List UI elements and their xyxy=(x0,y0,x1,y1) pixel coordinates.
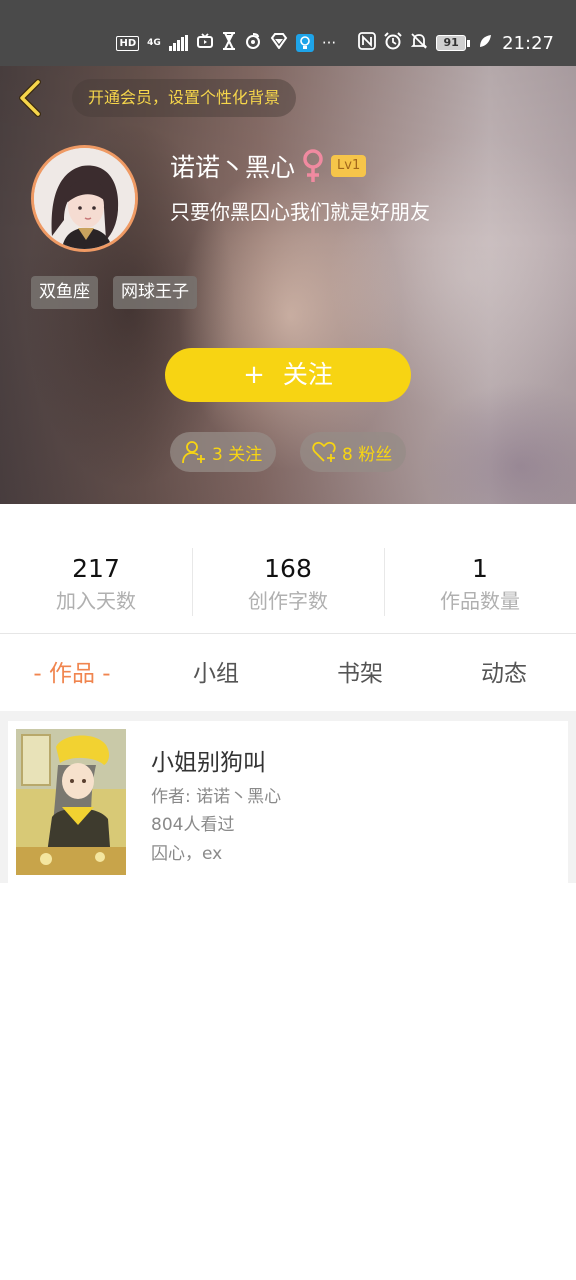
fans-count: 8 粉丝 xyxy=(342,444,393,465)
plus-icon: + xyxy=(243,360,265,390)
add-user-icon xyxy=(182,441,205,464)
stat-join-days: 217 加入天数 xyxy=(0,540,192,620)
divider xyxy=(0,633,576,634)
status-bar: HD 4G ··· 91 21:27 xyxy=(0,0,576,66)
tab-works[interactable]: - 作品 - xyxy=(0,650,144,698)
nfc-icon xyxy=(358,32,377,54)
book-cover-image xyxy=(16,729,126,875)
stat-value: 217 xyxy=(72,554,120,583)
stat-value: 168 xyxy=(264,554,312,583)
user-name: 诺诺丶黑心 xyxy=(170,153,296,182)
network-type-label: 4G xyxy=(147,37,161,48)
tab-bookshelf[interactable]: 书架 xyxy=(288,650,432,698)
follow-button[interactable]: + 关注 xyxy=(165,348,411,402)
battery-icon: 91 xyxy=(436,35,471,51)
stat-value: 1 xyxy=(472,554,488,583)
following-button[interactable]: 3 关注 xyxy=(170,432,276,472)
netease-icon xyxy=(244,32,262,54)
avatar[interactable] xyxy=(31,145,138,252)
heart-icon xyxy=(312,441,336,462)
work-card[interactable]: 小姐别狗叫 作者: 诺诺丶黑心 804人看过 囚心，ex xyxy=(8,721,568,883)
book-tags: 囚心，ex xyxy=(151,844,223,864)
name-row: 诺诺丶黑心 Lv1 xyxy=(170,146,367,186)
following-count: 3 关注 xyxy=(212,444,263,465)
diamond-icon xyxy=(270,33,288,53)
follow-label: 关注 xyxy=(282,360,333,389)
hourglass-icon xyxy=(222,32,236,54)
clock: 21:27 xyxy=(502,32,554,54)
mute-icon xyxy=(410,32,428,54)
tab-activity[interactable]: 动态 xyxy=(432,650,576,698)
back-arrow-icon xyxy=(19,79,41,117)
stats-row: 217 加入天数 168 创作字数 1 作品数量 xyxy=(0,540,576,620)
book-author: 作者: 诺诺丶黑心 xyxy=(151,787,282,807)
profile-header: 开通会员，设置个性化背景 诺诺丶黑心 Lv1 只要你黑囚心我们就是好朋友 双鱼座… xyxy=(0,66,576,504)
works-list: 小姐别狗叫 作者: 诺诺丶黑心 804人看过 囚心，ex xyxy=(0,721,576,883)
tab-bar: - 作品 - 小组 书架 动态 xyxy=(0,650,576,698)
stat-label: 加入天数 xyxy=(56,589,136,613)
back-button[interactable] xyxy=(12,78,52,118)
stat-word-count: 168 创作字数 xyxy=(192,540,384,620)
vip-background-button[interactable]: 开通会员，设置个性化背景 xyxy=(72,79,297,117)
profile-tag: 网球王子 xyxy=(113,276,197,309)
tv-icon xyxy=(196,32,214,54)
bulb-app-icon xyxy=(295,34,314,52)
user-bio: 只要你黑囚心我们就是好朋友 xyxy=(170,200,430,224)
tab-groups[interactable]: 小组 xyxy=(144,650,288,698)
fans-button[interactable]: 8 粉丝 xyxy=(300,432,406,472)
profile-tag: 双鱼座 xyxy=(31,276,98,309)
level-badge: Lv1 xyxy=(331,155,367,177)
battery-level: 91 xyxy=(436,35,467,51)
stat-works-count: 1 作品数量 xyxy=(384,540,576,620)
hd-icon: HD xyxy=(116,35,140,51)
stat-label: 创作字数 xyxy=(248,589,328,613)
book-cover xyxy=(16,729,126,875)
signal-icon xyxy=(168,35,188,51)
female-icon xyxy=(303,149,323,182)
book-views: 804人看过 xyxy=(151,815,235,835)
profile-tags: 双鱼座 网球王子 xyxy=(31,276,197,309)
more-icon: ··· xyxy=(321,34,337,52)
avatar-image xyxy=(34,148,135,249)
book-title: 小姐别狗叫 xyxy=(151,750,266,776)
alarm-icon xyxy=(384,32,402,54)
stat-label: 作品数量 xyxy=(440,589,520,613)
content-gap xyxy=(0,711,576,721)
leaf-icon xyxy=(478,34,492,52)
